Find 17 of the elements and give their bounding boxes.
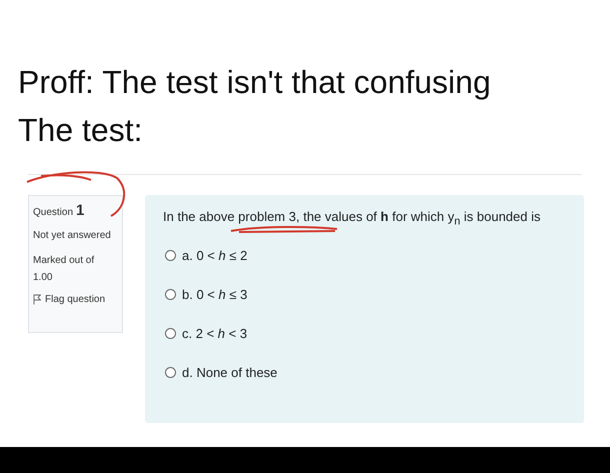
question-number: 1 (76, 202, 84, 219)
question-text: In the above problem 3, the values of h for which y$_{n}$ is bounded is (163, 209, 542, 228)
caption-text: The test: (18, 111, 144, 150)
answer-option[interactable]: a. 0 < h ≤ 2 (165, 248, 248, 263)
flag-question-link[interactable]: Flag question (33, 294, 118, 305)
radio-button[interactable] (165, 288, 176, 300)
radio-button[interactable] (165, 328, 176, 339)
question-status: Not yet answered (33, 229, 112, 243)
flag-icon (33, 294, 41, 305)
answer-option[interactable]: d. None of these (165, 364, 278, 380)
question-marks: Marked out of 1.00 (33, 254, 96, 285)
caption-text: Proff: The test isn't that confusing (18, 63, 492, 102)
question-label: Question (33, 207, 74, 218)
radio-button[interactable] (165, 366, 176, 378)
answer-option[interactable]: c. 2 < h < 3 (165, 326, 248, 341)
radio-button[interactable] (165, 250, 176, 261)
answer-option[interactable]: b. 0 < h ≤ 3 (165, 286, 248, 302)
